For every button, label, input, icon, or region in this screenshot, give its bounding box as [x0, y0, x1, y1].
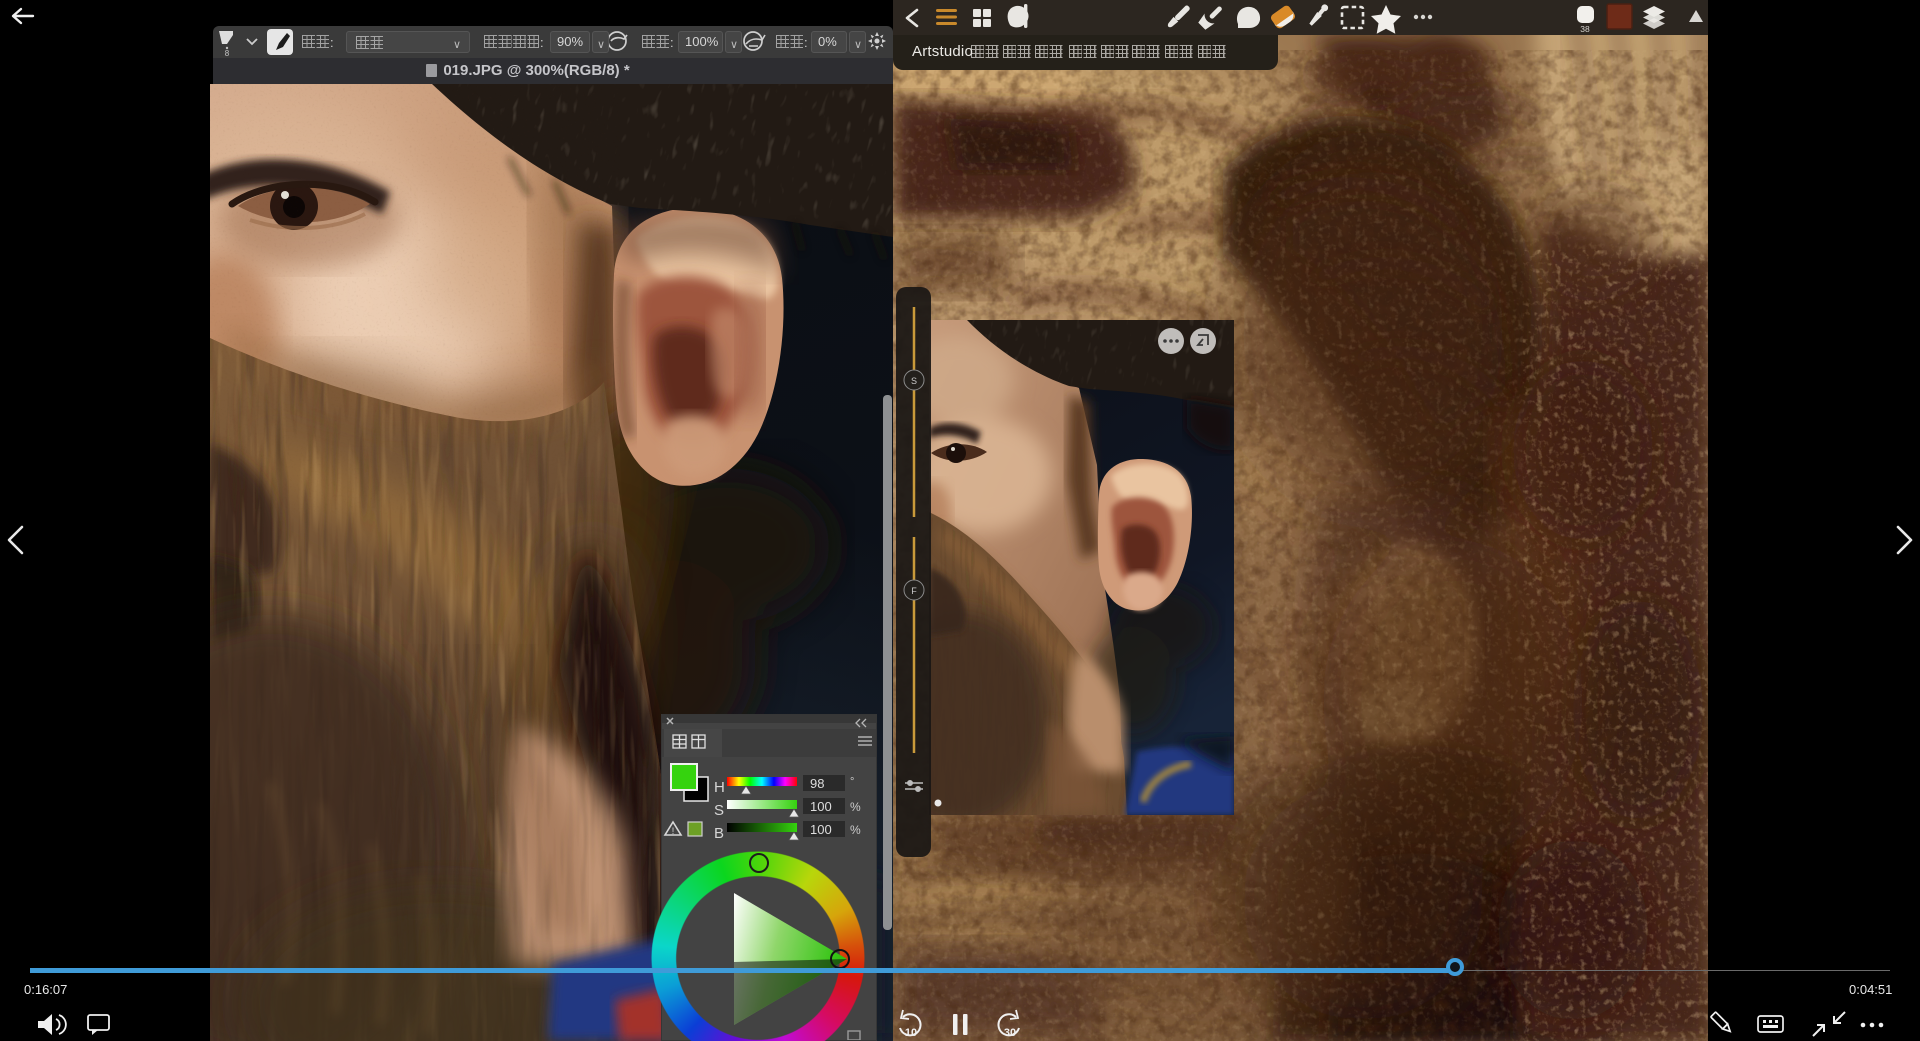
svg-text:30: 30	[1004, 1027, 1016, 1039]
svg-text:10: 10	[905, 1027, 917, 1039]
